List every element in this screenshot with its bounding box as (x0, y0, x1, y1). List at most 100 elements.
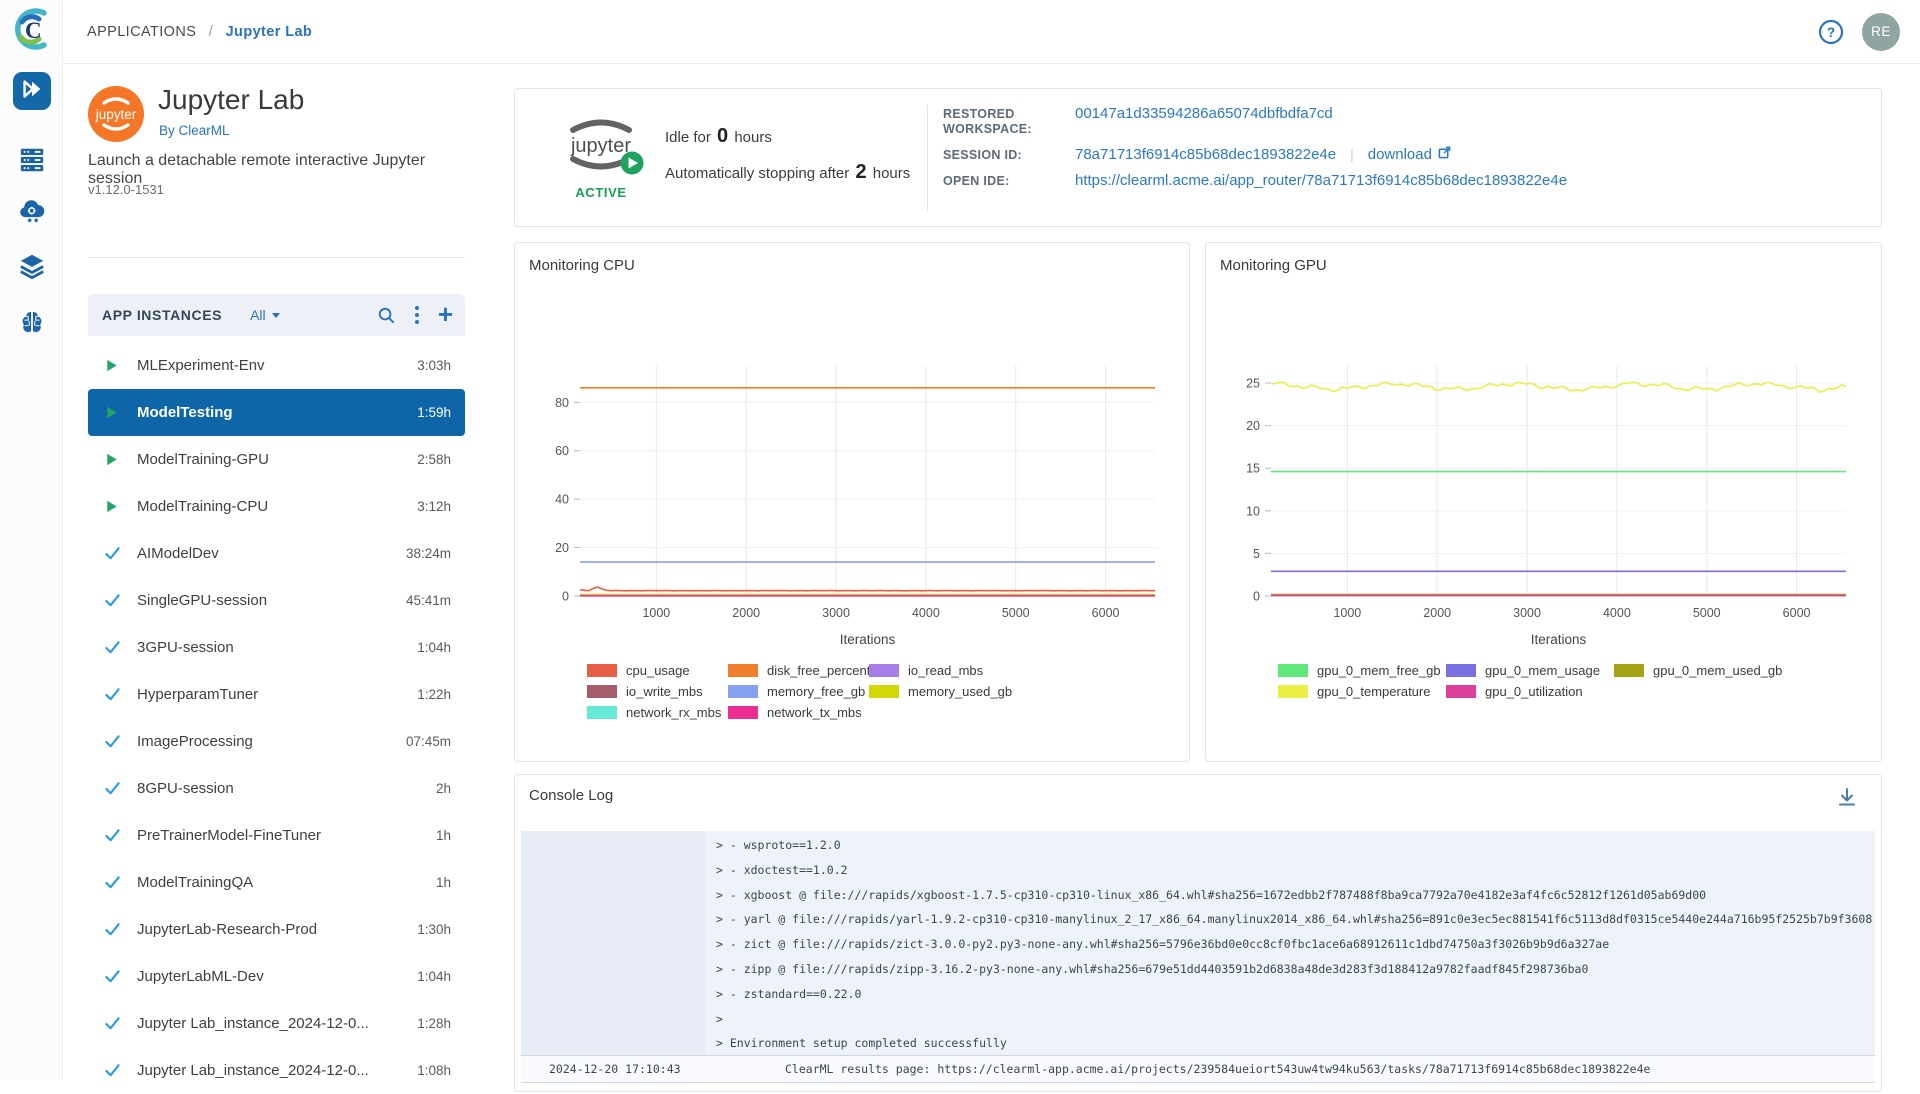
console-log-footer-row: 2024-12-20 17:10:43 ClearML results page… (521, 1055, 1875, 1083)
completed-check-icon (104, 827, 121, 844)
instance-row[interactable]: ModelTraining-CPU3:12h (88, 483, 465, 530)
console-log-line: > (716, 1007, 1871, 1032)
svg-text:10: 10 (1246, 504, 1260, 518)
instance-name: Jupyter Lab_instance_2024-12-0... (137, 1015, 369, 1032)
chart-title-gpu: Monitoring GPU (1220, 257, 1327, 274)
running-play-icon (104, 405, 121, 420)
svg-text:20: 20 (1246, 419, 1260, 433)
instance-row[interactable]: HyperparamTuner1:22h (88, 671, 465, 718)
session-field-label: RESTORED WORKSPACE: (943, 105, 1075, 137)
legend-item[interactable]: network_rx_mbs (587, 705, 728, 720)
instance-duration: 1:30h (417, 922, 451, 937)
avatar[interactable]: RE (1862, 13, 1900, 51)
console-log-lines: > - wsproto==1.2.0> - xdoctest==1.0.2 > -… (716, 833, 1871, 1055)
legend-label: network_rx_mbs (626, 705, 721, 720)
chevron-down-icon (272, 313, 280, 318)
legend-label: io_write_mbs (626, 684, 703, 699)
legend-item[interactable]: gpu_0_temperature (1278, 684, 1446, 699)
instance-row[interactable]: AIModelDev38:24m (88, 530, 465, 577)
clearml-logo[interactable]: C (8, 6, 54, 52)
console-log-line: > Environment setup completed successful… (716, 1031, 1871, 1055)
instance-row[interactable]: Jupyter Lab_instance_2024-12-0...1:28h (88, 1000, 465, 1047)
legend-label: cpu_usage (626, 663, 690, 678)
legend-swatch (1614, 664, 1644, 677)
legend-item[interactable]: io_write_mbs (587, 684, 728, 699)
open-ide-link[interactable]: https://clearml.acme.ai/app_router/78a71… (1075, 172, 1567, 189)
legend-item[interactable]: gpu_0_mem_usage (1446, 663, 1614, 678)
rail-item-applications[interactable] (13, 72, 51, 110)
instance-row[interactable]: JupyterLabML-Dev1:04h (88, 953, 465, 1000)
instance-row[interactable]: MLExperiment-Env3:03h (88, 342, 465, 389)
legend-item[interactable]: gpu_0_utilization (1446, 684, 1614, 699)
instance-row[interactable]: ModelTesting1:59h (88, 389, 465, 436)
jupyter-logo-text: jupyter (570, 135, 631, 157)
console-log-line: > - xdoctest==1.0.2 (716, 858, 1871, 883)
instance-name: MLExperiment-Env (137, 357, 265, 374)
rail-item-hyper-datasets[interactable] (16, 252, 48, 284)
download-link[interactable]: download (1368, 146, 1451, 163)
legend-label: gpu_0_mem_used_gb (1653, 663, 1782, 678)
instance-row[interactable]: ModelTraining-GPU2:58h (88, 436, 465, 483)
legend-item[interactable]: gpu_0_mem_used_gb (1614, 663, 1782, 678)
svg-text:5000: 5000 (1693, 606, 1721, 620)
completed-check-icon (104, 1015, 121, 1032)
legend-item[interactable]: memory_used_gb (869, 684, 1010, 699)
legend-item[interactable]: network_tx_mbs (728, 705, 869, 720)
instance-row[interactable]: PreTrainerModel-FineTuner1h (88, 812, 465, 859)
svg-text:3000: 3000 (822, 606, 850, 620)
autostop-status-text: Automatically stopping after 2 hours (665, 161, 910, 184)
instances-filter-dropdown[interactable]: All (250, 307, 280, 323)
console-log-line: > - wsproto==1.2.0 (716, 833, 1871, 858)
svg-text:20: 20 (555, 541, 569, 555)
svg-text:6000: 6000 (1092, 606, 1120, 620)
console-log-line: > - yarl @ file:///rapids/yarl-1.9.2-cp3… (716, 907, 1871, 932)
instance-name: ModelTesting (137, 404, 233, 421)
instance-duration: 45:41m (406, 593, 451, 608)
svg-text:4000: 4000 (912, 606, 940, 620)
help-icon[interactable]: ? (1818, 19, 1844, 45)
instance-duration: 1:04h (417, 640, 451, 655)
chart-svg-1: 0510152025100020003000400050006000Iterat… (1216, 348, 1872, 658)
instance-row[interactable]: JupyterLab-Research-Prod1:30h (88, 906, 465, 953)
session-id-link[interactable]: 78a71713f6914c85b68dec1893822e4e (1075, 146, 1336, 163)
legend-item[interactable]: memory_free_gb (728, 684, 869, 699)
restored-workspace-link[interactable]: 00147a1d33594286a65074dbfbdfa7cd (1075, 105, 1333, 122)
completed-check-icon (104, 545, 121, 562)
instance-row[interactable]: ImageProcessing07:45m (88, 718, 465, 765)
legend-swatch (587, 685, 617, 698)
instance-row[interactable]: 8GPU-session2h (88, 765, 465, 812)
rail-item-workers-queues[interactable] (16, 146, 48, 178)
divider (88, 257, 465, 258)
completed-check-icon (104, 921, 121, 938)
breadcrumb-applications[interactable]: APPLICATIONS (87, 24, 196, 40)
legend-item[interactable]: io_read_mbs (869, 663, 1010, 678)
legend-item[interactable]: disk_free_percent (728, 663, 869, 678)
legend-item[interactable]: gpu_0_mem_free_gb (1278, 663, 1446, 678)
session-field-row: SESSION ID:78a71713f6914c85b68dec1893822… (943, 146, 1567, 163)
legend-label: disk_free_percent (767, 663, 870, 678)
rail-item-autoscalers[interactable] (16, 198, 48, 230)
legend-swatch (869, 664, 899, 677)
download-icon[interactable] (1835, 785, 1859, 809)
rail-item-ai[interactable] (16, 308, 48, 340)
instance-row[interactable]: 3GPU-session1:04h (88, 624, 465, 671)
instance-name: ModelTrainingQA (137, 874, 253, 891)
instance-row[interactable]: ModelTrainingQA1h (88, 859, 465, 906)
console-log-line: > - zipp @ file:///rapids/zipp-3.16.2-py… (716, 957, 1871, 982)
legend-swatch (1446, 664, 1476, 677)
search-icon[interactable] (377, 306, 396, 325)
instance-row[interactable]: Jupyter Lab_instance_2024-12-0...1:08h (88, 1047, 465, 1094)
kebab-menu-icon[interactable] (414, 305, 420, 325)
app-author-link[interactable]: By ClearML (159, 123, 230, 138)
legend-label: gpu_0_temperature (1317, 684, 1430, 699)
instance-row[interactable]: SingleGPU-session45:41m (88, 577, 465, 624)
svg-text:1000: 1000 (1333, 606, 1361, 620)
legend-item[interactable]: cpu_usage (587, 663, 728, 678)
instance-duration: 1h (436, 828, 451, 843)
legend-label: io_read_mbs (908, 663, 983, 678)
workers-server-icon (18, 146, 46, 179)
topbar: APPLICATIONS / Jupyter Lab ? RE (63, 0, 1920, 64)
console-log-area[interactable]: > - wsproto==1.2.0> - xdoctest==1.0.2 > -… (521, 831, 1875, 1055)
add-instance-button[interactable]: + (438, 304, 453, 324)
instance-name: ModelTraining-GPU (137, 451, 269, 468)
